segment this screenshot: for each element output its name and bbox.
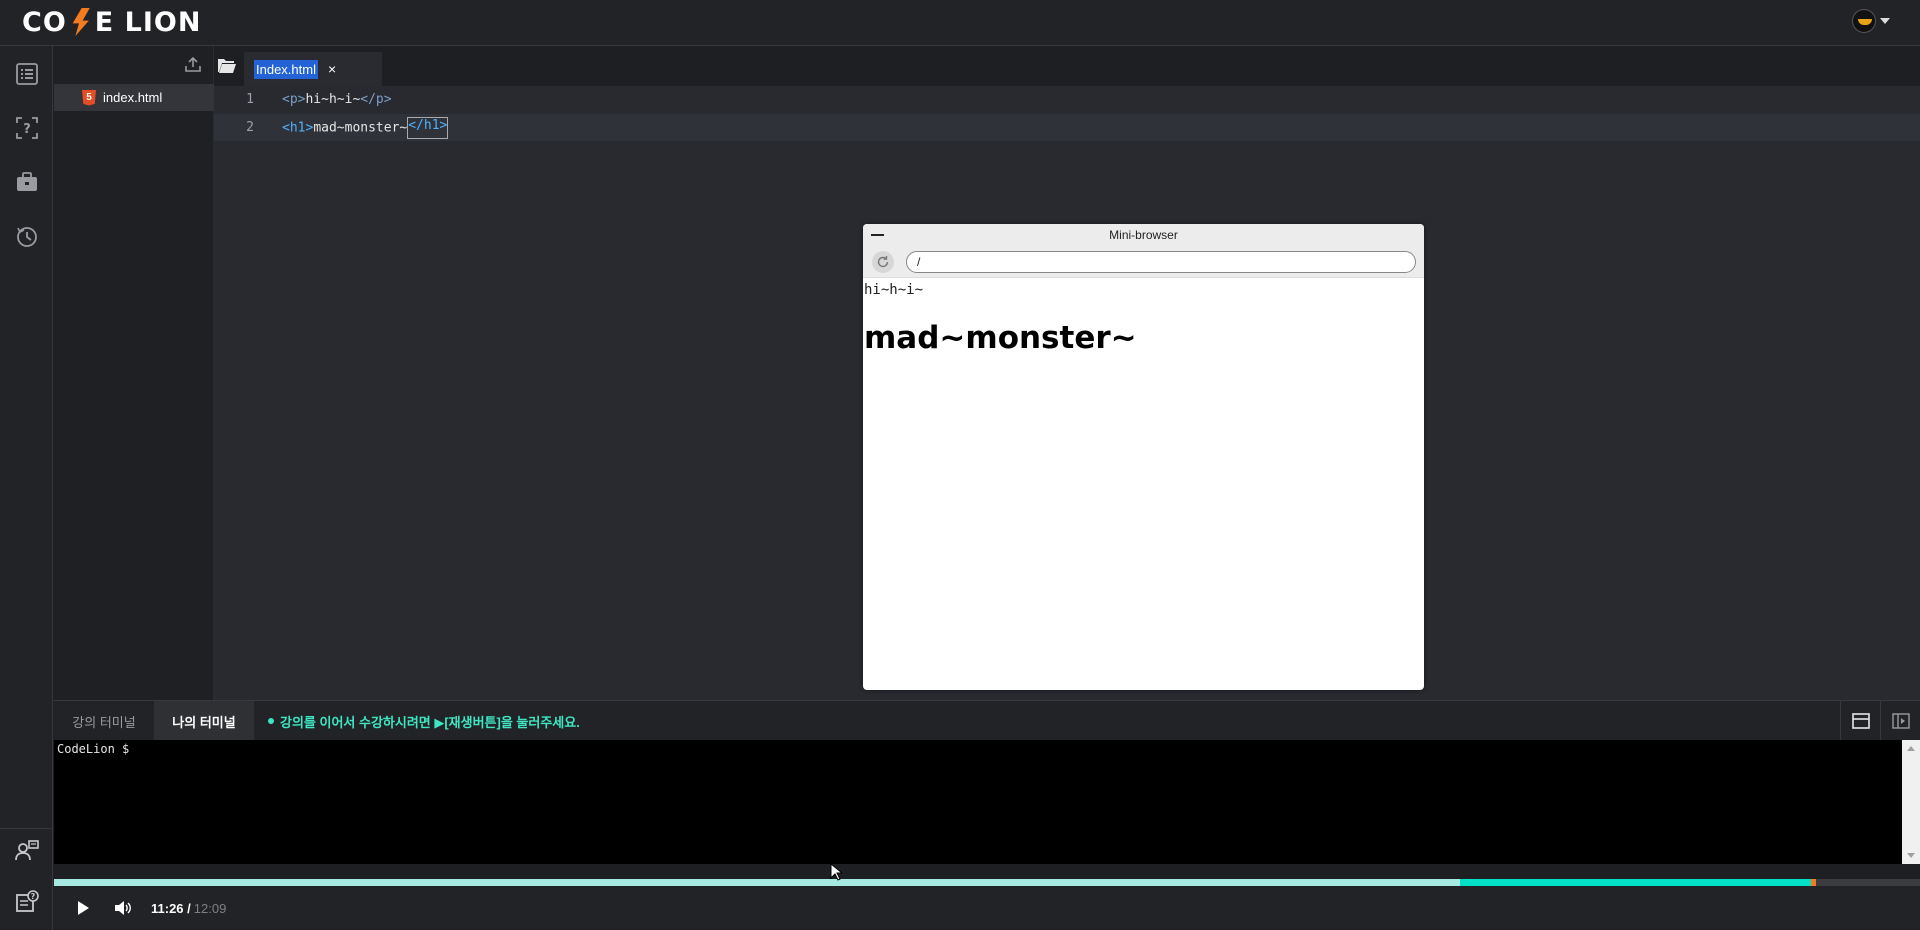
play-button[interactable]	[63, 888, 103, 928]
rail-history-button[interactable]	[0, 214, 53, 258]
explorer-toolbar	[54, 46, 213, 84]
terminal-scrollbar[interactable]	[1902, 740, 1920, 864]
tag-content: mad~monster~	[313, 120, 408, 135]
minimize-icon[interactable]	[871, 234, 884, 236]
line-number: 1	[246, 92, 254, 107]
progress-buffered	[1460, 879, 1812, 886]
svg-text:?: ?	[30, 892, 35, 901]
code-text: <h1>mad~monster~</h1>	[282, 116, 449, 139]
side-panel-icon	[1891, 713, 1910, 729]
question-icon: ?	[15, 117, 38, 139]
left-rail: ? ?	[0, 46, 53, 930]
side-panel-button[interactable]	[1880, 701, 1920, 741]
total-time: 12:09	[193, 900, 227, 916]
tab-my-terminal[interactable]: 나의 터미널	[154, 701, 254, 741]
codelion-logo[interactable]: CO E LION	[22, 6, 201, 38]
resume-notice: 강의를 이어서 수강하시려면 ▶[재생버튼]을 눌러주세요.	[268, 701, 580, 741]
help-notes-icon: ?	[15, 890, 39, 912]
avatar	[1852, 9, 1876, 33]
file-item-index-html[interactable]: 5 index.html	[54, 84, 214, 111]
mini-browser-viewport: hi~h~i~ mad~monster~	[863, 278, 1424, 356]
logo-text-right: E LION	[94, 6, 202, 38]
rendered-heading: mad~monster~	[864, 320, 1137, 356]
progress-played	[54, 879, 1461, 886]
close-icon[interactable]: ×	[328, 61, 336, 77]
rendered-paragraph: hi~h~i~	[864, 282, 924, 298]
reload-icon	[877, 256, 889, 268]
editor-tab-bar: Index.html ×	[214, 46, 1920, 86]
current-time: 11:26 /	[151, 900, 191, 916]
close-tag: </h1>	[407, 116, 449, 139]
scroll-up-icon[interactable]	[1907, 746, 1915, 751]
mini-browser-window[interactable]: Mini-browser / hi~h~i~ mad~monster~	[863, 224, 1424, 690]
mini-browser-title: Mini-browser	[1109, 228, 1178, 242]
rail-curriculum-button[interactable]	[0, 52, 53, 96]
lightning-bolt-icon	[68, 6, 94, 38]
panel-layout-icon	[1851, 713, 1870, 729]
tag-content: hi~h~i~	[305, 92, 361, 107]
mini-browser-address-bar: /	[863, 246, 1424, 278]
terminal-output[interactable]: CodeLion $	[54, 740, 1902, 864]
player-controls: 11:26 / 12:09	[54, 886, 1920, 930]
rail-question-button[interactable]: ?	[0, 106, 53, 150]
scroll-down-icon[interactable]	[1907, 853, 1915, 858]
code-text: <p>hi~h~i~</p>	[282, 92, 392, 107]
file-explorer: 5 index.html	[54, 46, 214, 700]
rail-portfolio-button[interactable]	[0, 160, 53, 204]
top-bar: CO E LION	[0, 0, 1920, 46]
user-menu[interactable]	[1852, 9, 1890, 33]
tab-lecture-terminal[interactable]: 강의 터미널	[54, 701, 154, 741]
volume-button[interactable]	[103, 888, 143, 928]
html5-icon: 5	[82, 89, 96, 106]
briefcase-icon	[16, 172, 37, 191]
code-line-active[interactable]: 2 <h1>mad~monster~</h1>	[214, 114, 1920, 141]
open-folder-icon[interactable]	[217, 56, 237, 74]
svg-text:?: ?	[23, 122, 31, 137]
video-progress-bar[interactable]	[54, 879, 1920, 886]
volume-icon	[115, 901, 131, 915]
mini-browser-titlebar[interactable]: Mini-browser	[863, 224, 1424, 246]
curriculum-list-icon	[15, 63, 38, 85]
url-input[interactable]: /	[906, 251, 1416, 273]
mouse-pointer-icon	[830, 863, 842, 881]
reload-button[interactable]	[872, 251, 894, 273]
rail-help-button[interactable]: ?	[0, 880, 53, 924]
mentor-chat-icon	[14, 839, 39, 860]
upload-icon[interactable]	[184, 55, 202, 73]
logo-text-left: CO	[22, 6, 67, 38]
notice-dot-icon	[268, 718, 274, 724]
code-line[interactable]: 1 <p>hi~h~i~</p>	[214, 86, 1920, 113]
rail-mentor-button[interactable]	[0, 828, 53, 872]
chevron-down-icon	[1880, 18, 1890, 24]
terminal-tab-bar: 강의 터미널 나의 터미널 강의를 이어서 수강하시려면 ▶[재생버튼]을 눌러…	[54, 700, 1920, 741]
progress-handle[interactable]	[1811, 879, 1817, 886]
terminal-prompt: CodeLion $	[57, 742, 130, 756]
line-number: 2	[246, 120, 254, 135]
open-tag: <h1>	[282, 120, 314, 135]
notice-text: 강의를 이어서 수강하시려면 ▶[재생버튼]을 눌러주세요.	[280, 714, 580, 730]
tab-label: Index.html	[254, 59, 318, 79]
play-icon	[78, 901, 89, 915]
history-icon	[16, 227, 37, 247]
layout-toggle-button[interactable]	[1840, 701, 1880, 741]
file-name: index.html	[103, 90, 163, 105]
tab-index-html[interactable]: Index.html ×	[244, 52, 382, 86]
open-tag: <p>	[282, 92, 306, 107]
close-tag: </p>	[360, 92, 392, 107]
